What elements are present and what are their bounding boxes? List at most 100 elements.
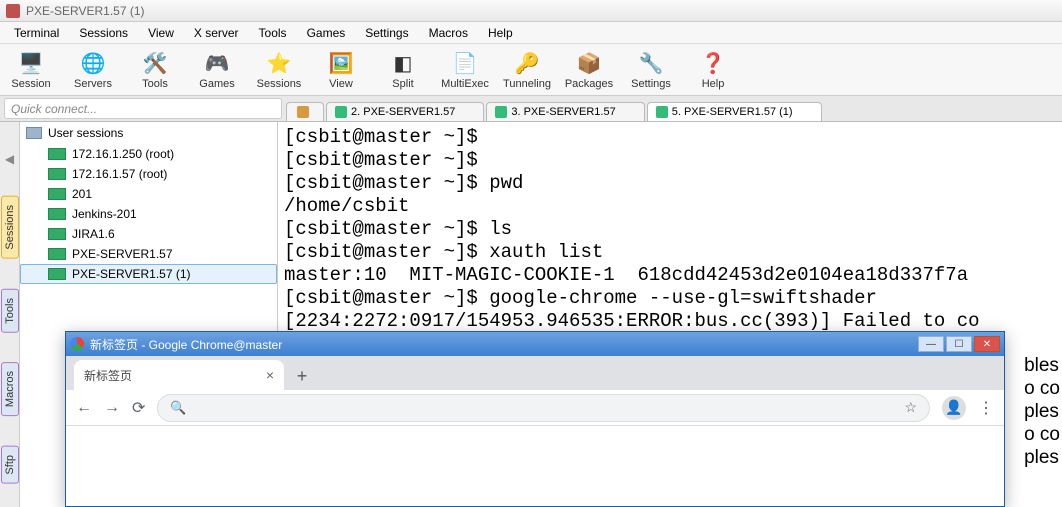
session-item[interactable]: 172.16.1.57 (root) — [20, 164, 277, 184]
menu-help[interactable]: Help — [478, 24, 523, 42]
menu-view[interactable]: View — [138, 24, 184, 42]
toolbar-servers-button[interactable]: 🌐Servers — [66, 50, 120, 90]
menu-icon[interactable]: ⋮ — [978, 398, 994, 418]
view-icon: 🖼️ — [326, 50, 356, 78]
session-item[interactable]: PXE-SERVER1.57 — [20, 244, 277, 264]
home-icon — [297, 106, 309, 118]
window-titlebar: PXE-SERVER1.57 (1) — [0, 0, 1062, 22]
toolbar-label: Settings — [631, 78, 671, 90]
packages-icon: 📦 — [574, 50, 604, 78]
chrome-tab-label: 新标签页 — [84, 367, 132, 384]
terminal-icon — [48, 228, 66, 240]
close-button[interactable]: ✕ — [974, 336, 1000, 352]
bookmark-icon[interactable]: ☆ — [904, 399, 917, 416]
session-icon: 🖥️ — [16, 50, 46, 78]
new-tab-button[interactable]: + — [288, 362, 316, 390]
toolbar-sessions-button[interactable]: ⭐Sessions — [252, 50, 306, 90]
toolbar-label: Sessions — [257, 78, 302, 90]
minimize-button[interactable]: — — [918, 336, 944, 352]
tab-label: 2. PXE-SERVER1.57 — [351, 106, 455, 118]
session-item[interactable]: 172.16.1.250 (root) — [20, 144, 277, 164]
session-tabs: 2. PXE-SERVER1.57 3. PXE-SERVER1.57 5. PXE… — [286, 96, 1062, 121]
toolbar-packages-button[interactable]: 📦Packages — [562, 50, 616, 90]
tab-label: 5. PXE-SERVER1.57 (1) — [672, 106, 793, 118]
toolbar-settings-button[interactable]: 🔧Settings — [624, 50, 678, 90]
side-tabs: ◀ Sessions Tools Macros Sftp — [0, 122, 20, 507]
toolbar-label: MultiExec — [441, 78, 489, 90]
menu-games[interactable]: Games — [297, 24, 356, 42]
menu-xserver[interactable]: X server — [184, 24, 249, 42]
quick-connect-placeholder: Quick connect... — [11, 102, 97, 116]
quick-connect-input[interactable]: Quick connect... — [4, 98, 282, 119]
split-icon: ◧ — [388, 50, 418, 78]
session-label: 172.16.1.250 (root) — [72, 147, 174, 161]
maximize-button[interactable]: ☐ — [946, 336, 972, 352]
toolbar-tunneling-button[interactable]: 🔑Tunneling — [500, 50, 554, 90]
menu-tools[interactable]: Tools — [249, 24, 297, 42]
tools-icon: 🛠️ — [140, 50, 170, 78]
toolbar-label: View — [329, 78, 353, 90]
toolbar-label: Tunneling — [503, 78, 551, 90]
forward-button[interactable]: → — [104, 399, 120, 417]
games-icon: 🎮 — [202, 50, 232, 78]
chrome-window: 新标签页 - Google Chrome@master — ☐ ✕ 新标签页 ×… — [65, 331, 1005, 507]
session-label: PXE-SERVER1.57 (1) — [72, 267, 191, 281]
collapse-icon[interactable]: ◀ — [5, 152, 14, 166]
chrome-icon — [70, 337, 84, 351]
profile-avatar[interactable]: 👤 — [942, 396, 966, 420]
menu-terminal[interactable]: Terminal — [4, 24, 69, 42]
toolbar-view-button[interactable]: 🖼️View — [314, 50, 368, 90]
omnibox[interactable]: 🔍 ☆ — [157, 394, 930, 422]
session-item[interactable]: PXE-SERVER1.57 (1) — [20, 264, 277, 284]
terminal-icon — [48, 188, 66, 200]
settings-icon: 🔧 — [636, 50, 666, 78]
session-item[interactable]: Jenkins-201 — [20, 204, 277, 224]
chrome-tab[interactable]: 新标签页 × — [74, 360, 284, 390]
sidetab-sessions[interactable]: Sessions — [1, 196, 19, 259]
menu-macros[interactable]: Macros — [419, 24, 478, 42]
toolbar-split-button[interactable]: ◧Split — [376, 50, 430, 90]
close-tab-icon[interactable]: × — [266, 367, 274, 383]
toolbar-label: Games — [199, 78, 234, 90]
menu-sessions[interactable]: Sessions — [69, 24, 138, 42]
session-label: PXE-SERVER1.57 — [72, 247, 173, 261]
app-icon — [6, 4, 20, 18]
toolbar-multiexec-button[interactable]: 📄MultiExec — [438, 50, 492, 90]
tab-t2[interactable]: 2. PXE-SERVER1.57 — [326, 102, 484, 121]
reload-button[interactable]: ⟳ — [132, 398, 145, 418]
toolbar-games-button[interactable]: 🎮Games — [190, 50, 244, 90]
terminal-icon — [48, 268, 66, 280]
toolbar-label: Tools — [142, 78, 168, 90]
session-label: 172.16.1.57 (root) — [72, 167, 167, 181]
session-item[interactable]: 201 — [20, 184, 277, 204]
toolbar-label: Help — [702, 78, 725, 90]
back-button[interactable]: ← — [76, 399, 92, 417]
help-icon: ❓ — [698, 50, 728, 78]
tab-t5[interactable]: 5. PXE-SERVER1.57 (1) — [647, 102, 822, 121]
session-label: Jenkins-201 — [72, 207, 137, 221]
terminal-icon — [335, 106, 347, 118]
sidetab-sftp[interactable]: Sftp — [1, 446, 19, 484]
session-item[interactable]: JIRA1.6 — [20, 224, 277, 244]
toolbar-label: Packages — [565, 78, 613, 90]
search-icon: 🔍 — [170, 400, 186, 416]
tunneling-icon: 🔑 — [512, 50, 542, 78]
toolbar-label: Session — [11, 78, 50, 90]
toolbar-session-button[interactable]: 🖥️Session — [4, 50, 58, 90]
menu-settings[interactable]: Settings — [355, 24, 418, 42]
tab-home[interactable] — [286, 102, 324, 121]
terminal-overflow: bleso copleso coples — [1022, 354, 1062, 469]
tree-root[interactable]: User sessions — [20, 122, 277, 144]
toolbar-help-button[interactable]: ❓Help — [686, 50, 740, 90]
sidetab-tools[interactable]: Tools — [1, 289, 19, 333]
terminal-icon — [48, 208, 66, 220]
sessions-icon: ⭐ — [264, 50, 294, 78]
tab-t3[interactable]: 3. PXE-SERVER1.57 — [486, 102, 644, 121]
sidetab-macros[interactable]: Macros — [1, 362, 19, 416]
chrome-title: 新标签页 - Google Chrome@master — [90, 336, 282, 353]
chrome-titlebar[interactable]: 新标签页 - Google Chrome@master — ☐ ✕ — [66, 332, 1004, 356]
toolbar: 🖥️Session🌐Servers🛠️Tools🎮Games⭐Sessions🖼… — [0, 44, 1062, 96]
toolbar-label: Servers — [74, 78, 112, 90]
toolbar-tools-button[interactable]: 🛠️Tools — [128, 50, 182, 90]
chrome-tabstrip: 新标签页 × + — [66, 356, 1004, 390]
